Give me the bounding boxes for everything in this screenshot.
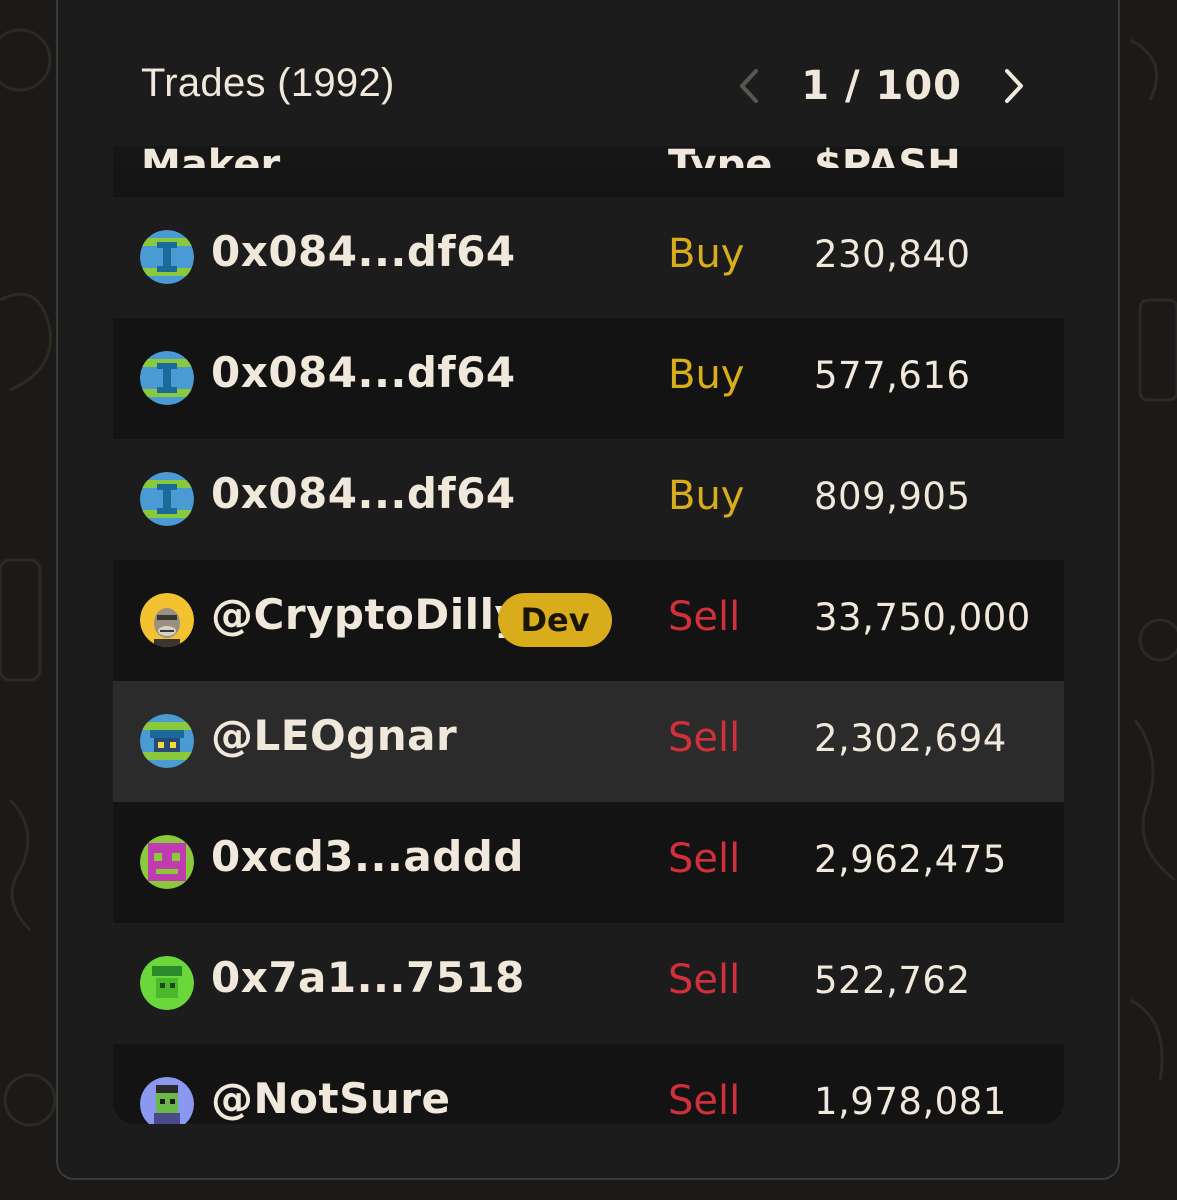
trade-type: Sell xyxy=(668,594,741,640)
maker-name[interactable]: @CryptoDilly xyxy=(211,590,522,639)
trade-row[interactable]: @NotSure Sell 1,978,081 xyxy=(113,1044,1064,1124)
trade-amount: 2,962,475 xyxy=(814,838,1007,881)
trade-row[interactable]: 0x084...df64 Buy 809,905 xyxy=(113,439,1064,560)
trade-amount: 1,978,081 xyxy=(814,1080,1007,1123)
chevron-right-icon xyxy=(1005,69,1023,103)
page-indicator: 1 / 100 xyxy=(801,63,962,109)
trade-row[interactable]: 0x084...df64 Buy 577,616 xyxy=(113,318,1064,439)
maker-name[interactable]: 0x084...df64 xyxy=(211,227,516,276)
maker-name[interactable]: @NotSure xyxy=(211,1074,450,1123)
pixel-character-avatar[interactable] xyxy=(140,1077,194,1124)
trade-type: Sell xyxy=(668,715,741,761)
trade-type: Buy xyxy=(668,352,745,398)
trade-amount: 33,750,000 xyxy=(814,596,1031,639)
pixel-green-avatar[interactable] xyxy=(140,956,194,1010)
trades-title: Trades (1992) xyxy=(141,61,395,105)
maker-name[interactable]: 0xcd3...addd xyxy=(211,832,524,881)
trade-row[interactable]: 0x084...df64 Buy 230,840 xyxy=(113,197,1064,318)
trades-list: 0x084...df64 Buy 230,840 0x084...df64 Bu… xyxy=(113,197,1064,1124)
trade-amount: 577,616 xyxy=(814,354,971,397)
trade-type: Sell xyxy=(668,1078,741,1124)
chevron-left-icon xyxy=(740,69,759,103)
trade-amount: 230,840 xyxy=(814,233,971,276)
next-page-button[interactable] xyxy=(992,62,1036,110)
maker-name[interactable]: 0x084...df64 xyxy=(211,469,516,518)
trade-amount: 2,302,694 xyxy=(814,717,1007,760)
trade-type: Buy xyxy=(668,231,745,277)
maker-name[interactable]: @LEOgnar xyxy=(211,711,457,760)
pixel-face-avatar[interactable] xyxy=(140,835,194,889)
pixel-globe-avatar[interactable] xyxy=(140,351,194,405)
trade-type: Sell xyxy=(668,836,741,882)
dev-badge: Dev xyxy=(498,593,612,647)
pixel-globe-avatar[interactable] xyxy=(140,230,194,284)
trade-amount: 522,762 xyxy=(814,959,971,1002)
panel-header: Trades (1992) 1 / 100 xyxy=(113,24,1064,146)
maker-name[interactable]: 0x7a1...7518 xyxy=(211,953,525,1002)
pixel-globe-avatar[interactable] xyxy=(140,714,194,768)
trade-row[interactable]: @CryptoDilly Dev Sell 33,750,000 xyxy=(113,560,1064,681)
trade-amount: 809,905 xyxy=(814,475,971,518)
previous-page-button[interactable] xyxy=(727,62,771,110)
trades-panel: Maker Type $PASH Trades (1992) 1 / 100 0… xyxy=(113,24,1064,1124)
trade-row[interactable]: 0xcd3...addd Sell 2,962,475 xyxy=(113,802,1064,923)
ape-avatar[interactable] xyxy=(140,593,194,647)
trade-row[interactable]: 0x7a1...7518 Sell 522,762 xyxy=(113,923,1064,1044)
maker-name[interactable]: 0x084...df64 xyxy=(211,348,516,397)
pagination: 1 / 100 xyxy=(727,62,1036,110)
trade-row-highlighted[interactable]: @LEOgnar Sell 2,302,694 xyxy=(113,681,1064,802)
trade-type: Buy xyxy=(668,473,745,519)
pixel-globe-avatar[interactable] xyxy=(140,472,194,526)
trade-type: Sell xyxy=(668,957,741,1003)
